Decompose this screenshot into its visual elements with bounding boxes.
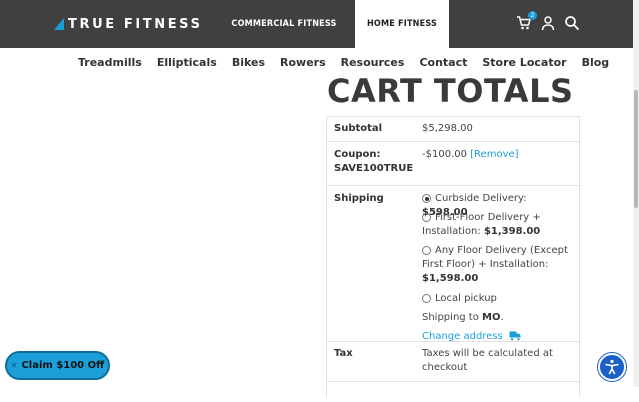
shipping-radio-local-pickup[interactable] [422, 294, 431, 303]
shipping-row: Shipping Curbside Delivery: $598.00 Firs… [327, 185, 579, 342]
shipping-option-label: Local pickup [435, 293, 497, 304]
subnav-item-resources[interactable]: Resources [341, 56, 405, 69]
page-scrollbar[interactable] [633, 0, 639, 387]
tax-value: Taxes will be calculated at checkout [422, 348, 553, 373]
nav-home-fitness[interactable]: HOME FITNESS [355, 0, 449, 48]
close-icon[interactable]: ✕ [11, 361, 18, 370]
shipping-radio-any-floor[interactable] [422, 246, 431, 255]
account-icon[interactable] [540, 15, 556, 31]
claim-offer-label: Claim $100 Off [21, 360, 105, 371]
total-row-partial [327, 381, 579, 402]
coupon-label-text: Coupon: [334, 149, 381, 160]
header-icons: 2 [516, 11, 580, 31]
subnav-item-treadmills[interactable]: Treadmills [78, 56, 142, 69]
coupon-row: Coupon: SAVE100TRUE -$100.00 [Remove] [327, 141, 579, 186]
shipping-destination: Shipping to MO. [422, 311, 572, 325]
tax-label: Tax [334, 348, 353, 359]
shipping-option-label: Curbside Delivery: [435, 193, 527, 204]
brand-logo[interactable]: TRUE FITNESS [54, 15, 203, 33]
brand-name: TRUE FITNESS [68, 16, 203, 32]
subnav-item-bikes[interactable]: Bikes [232, 56, 265, 69]
scrollbar-thumb[interactable] [634, 90, 638, 208]
subtotal-row: Subtotal $5,298.00 [327, 117, 579, 141]
cart-count-badge: 2 [528, 11, 537, 20]
search-icon[interactable] [564, 15, 580, 31]
subnav-item-blog[interactable]: Blog [582, 56, 610, 69]
shipping-option-first-floor[interactable]: First-Floor Delivery + Installation: $1,… [422, 211, 572, 239]
subnav-item-rowers[interactable]: Rowers [280, 56, 326, 69]
truck-icon [509, 331, 521, 341]
coupon-value: -$100.00 [Remove] [422, 148, 572, 162]
shipping-option-local-pickup[interactable]: Local pickup [422, 292, 572, 306]
category-nav: Treadmills Ellipticals Bikes Rowers Reso… [78, 56, 609, 69]
shipping-radio-curbside[interactable] [422, 194, 431, 203]
shipping-to-text: Shipping to [422, 312, 483, 323]
coupon-amount: -$100.00 [422, 149, 467, 160]
subnav-item-ellipticals[interactable]: Ellipticals [157, 56, 217, 69]
subnav-item-store-locator[interactable]: Store Locator [482, 56, 566, 69]
coupon-code: SAVE100TRUE [334, 163, 414, 174]
subtotal-value: $5,298.00 [422, 123, 473, 134]
cart-icon[interactable]: 2 [516, 11, 537, 31]
cart-totals-title: CART TOTALS [327, 72, 574, 110]
claim-offer-button[interactable]: ✕ Claim $100 Off [5, 351, 110, 380]
subnav-item-contact[interactable]: Contact [419, 56, 467, 69]
nav-commercial-fitness[interactable]: COMMERCIAL FITNESS [229, 0, 339, 48]
shipping-option-any-floor[interactable]: Any Floor Delivery (Except First Floor) … [422, 244, 572, 286]
subtotal-label: Subtotal [334, 123, 383, 134]
shipping-option-label: Any Floor Delivery (Except First Floor) … [422, 245, 568, 270]
top-header: TRUE FITNESS COMMERCIAL FITNESS HOME FIT… [0, 0, 633, 48]
shipping-state: MO [482, 312, 501, 323]
logo-mark-icon [54, 18, 64, 30]
shipping-radio-first-floor[interactable] [422, 213, 431, 222]
shipping-to-period: . [500, 312, 504, 323]
tax-row: Tax Taxes will be calculated at checkout [327, 341, 579, 382]
shipping-option-price: $1,598.00 [422, 273, 479, 284]
shipping-option-price: $1,398.00 [483, 226, 541, 237]
coupon-label: Coupon: SAVE100TRUE [334, 148, 413, 176]
remove-coupon-link[interactable]: [Remove] [470, 149, 518, 160]
cart-totals-table: Subtotal $5,298.00 Coupon: SAVE100TRUE -… [326, 116, 580, 397]
shipping-label: Shipping [334, 193, 384, 204]
accessibility-icon[interactable] [598, 353, 626, 381]
